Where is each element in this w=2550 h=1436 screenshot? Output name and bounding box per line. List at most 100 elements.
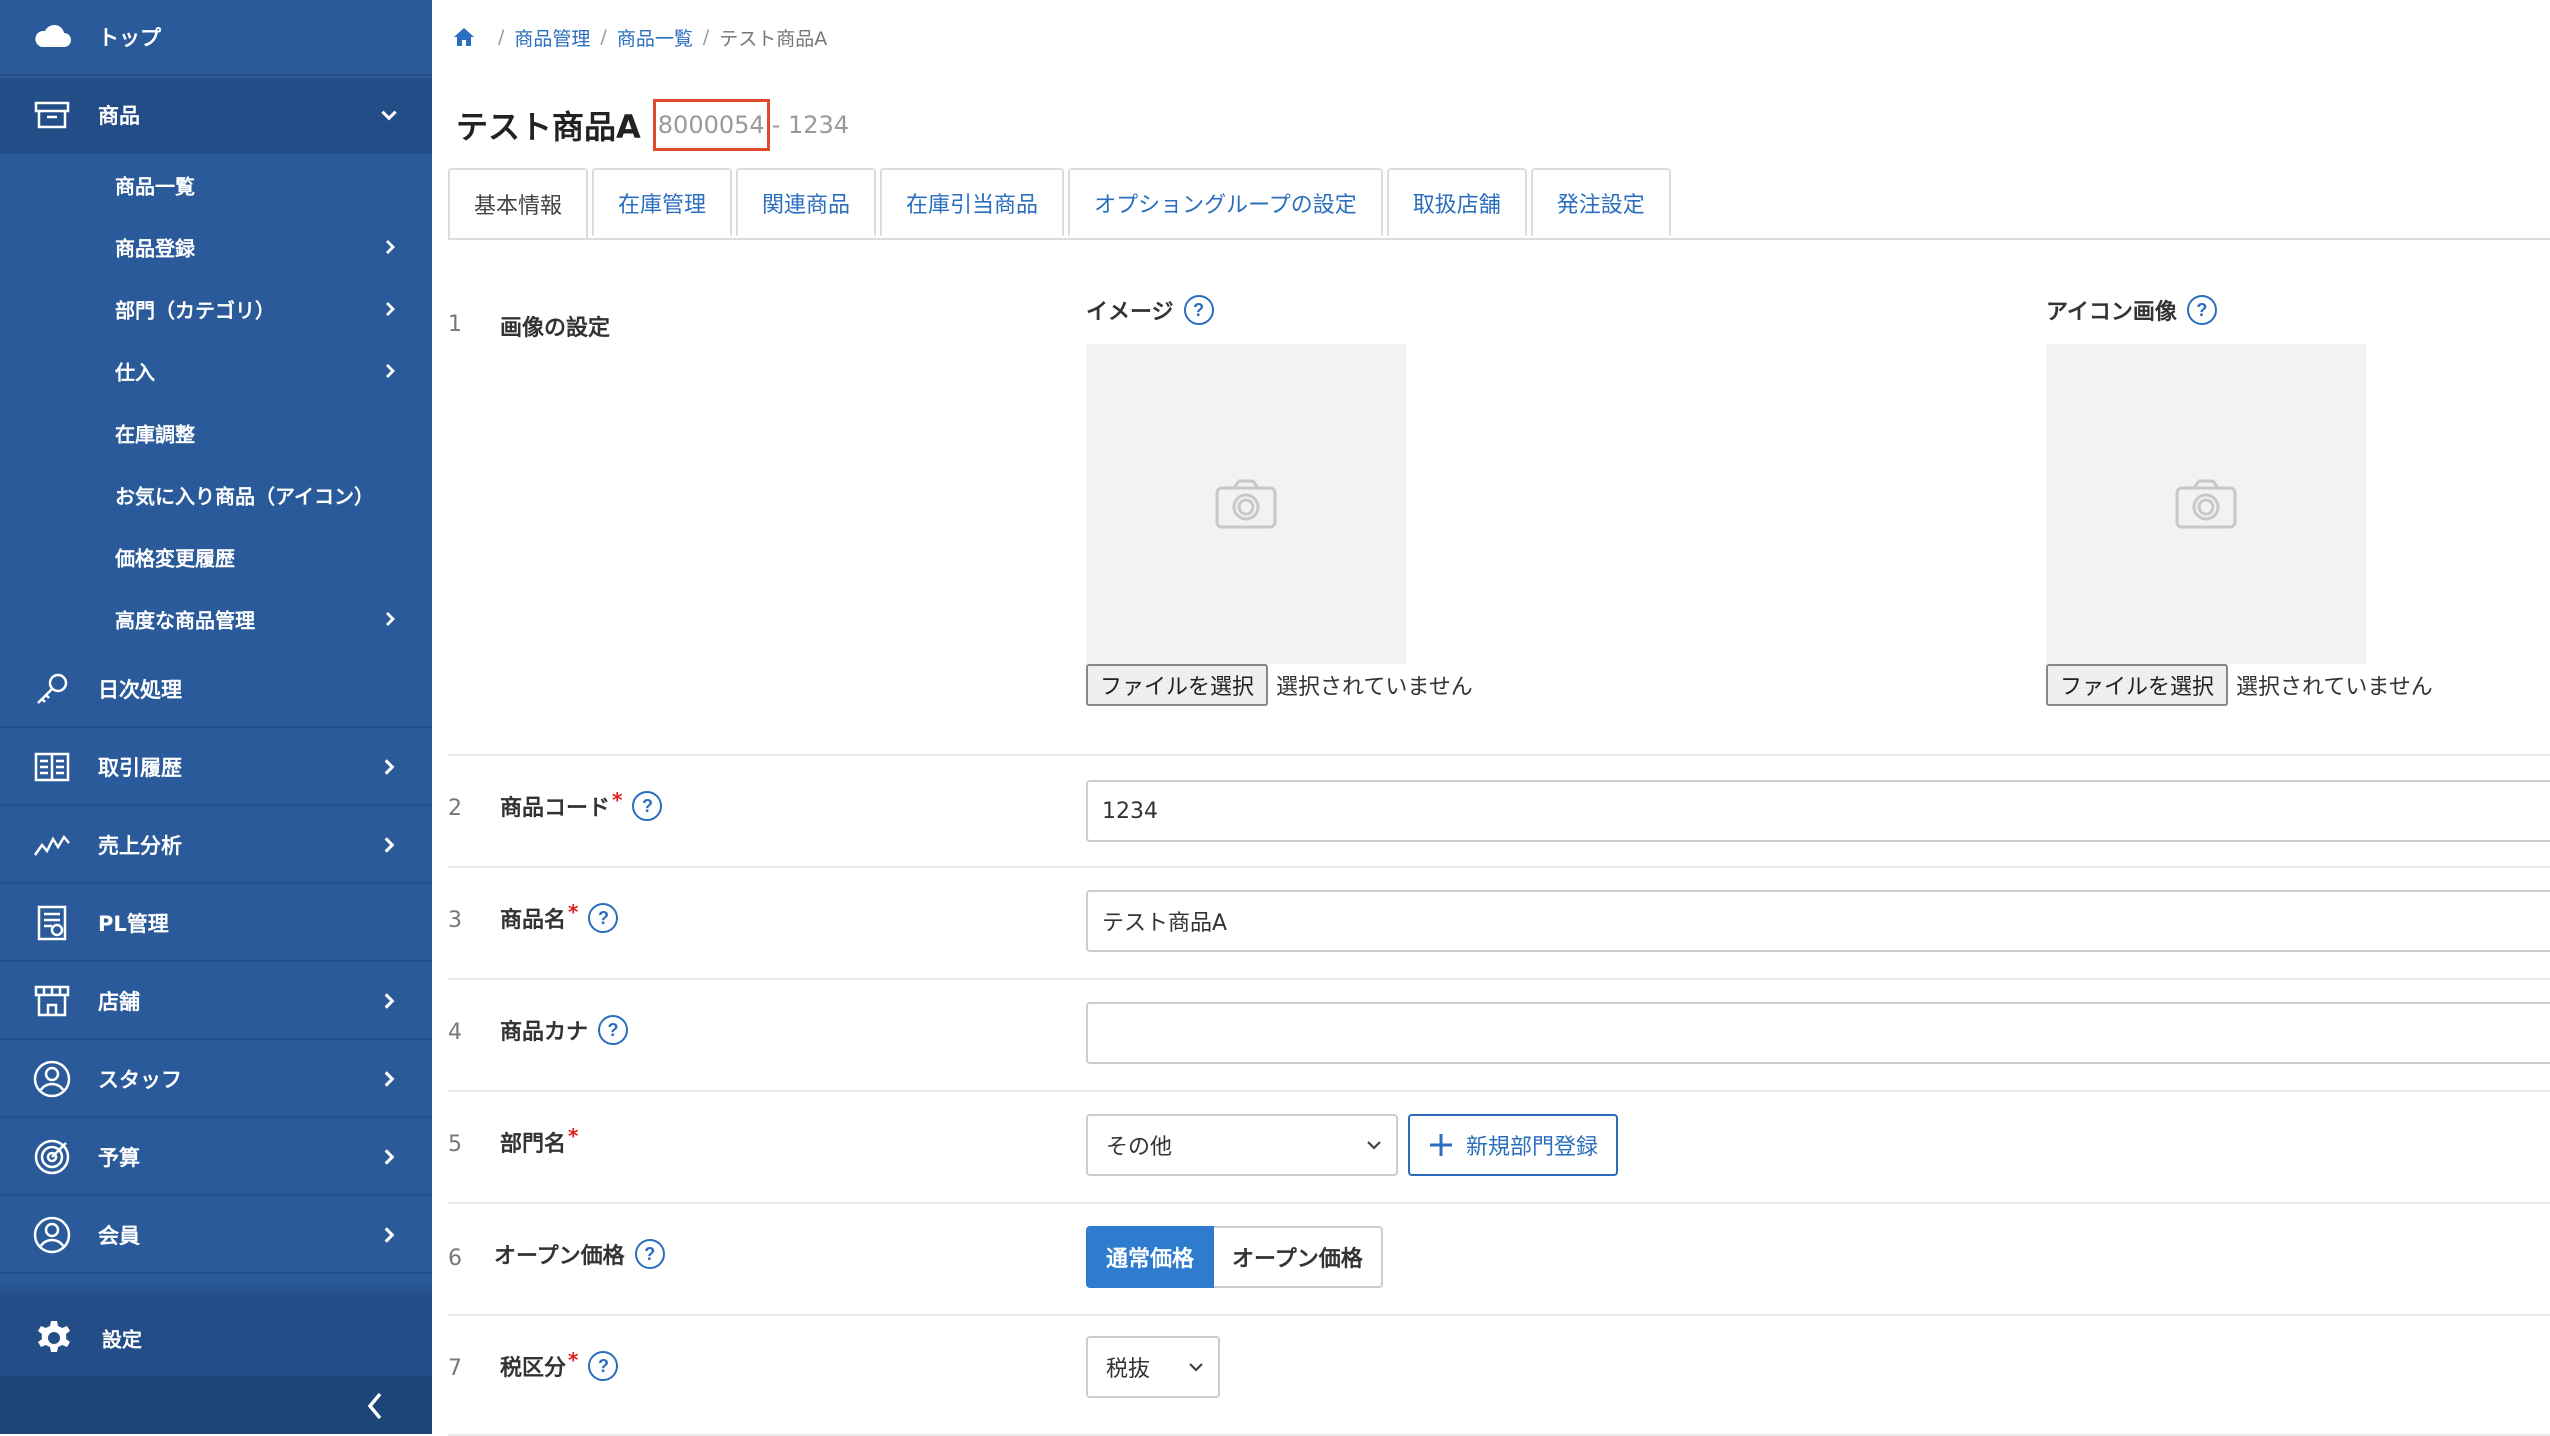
submenu-item-label: 価格変更履歴 [115, 546, 235, 571]
product-code-input[interactable] [1086, 780, 2550, 842]
image-title: イメージ ? [1086, 294, 1473, 326]
chevron-right-icon [386, 240, 395, 254]
chevron-left-icon [367, 1392, 382, 1420]
required-mark: * [568, 1348, 579, 1372]
target-icon [30, 1135, 74, 1179]
product-kana-input[interactable] [1086, 1002, 2550, 1064]
chevron-right-icon [384, 1149, 395, 1165]
sidebar-item-sales-analysis[interactable]: 売上分析 [0, 808, 432, 884]
help-icon[interactable]: ? [588, 903, 619, 933]
sidebar-item-label: 商品 [98, 104, 140, 128]
sidebar-item-pl[interactable]: PL管理 [0, 886, 432, 962]
sidebar-item-store[interactable]: 店舗 [0, 964, 432, 1040]
required-mark: * [568, 1124, 579, 1148]
row-number: 4 [448, 1020, 462, 1045]
sidebar-item-settings[interactable]: 設定 [0, 1300, 432, 1376]
gear-icon [38, 1321, 70, 1352]
field-label: 画像の設定 [500, 316, 611, 341]
breadcrumb-separator: / [702, 26, 710, 48]
icon-image-file-select-button[interactable]: ファイルを選択 [2046, 664, 2229, 706]
tab-stores[interactable]: 取扱店舗 [1386, 168, 1527, 236]
sidebar-item-transactions[interactable]: 取引履歴 [0, 730, 432, 806]
submenu-item-label: 商品登録 [115, 236, 195, 261]
submenu-item-price-history[interactable]: 価格変更履歴 [0, 526, 432, 588]
submenu-item-product-list[interactable]: 商品一覧 [0, 154, 432, 216]
submenu-item-label: 部門（カテゴリ） [115, 298, 275, 323]
help-icon[interactable]: ? [634, 1239, 665, 1269]
help-icon[interactable]: ? [598, 1015, 629, 1045]
field-label: オープン価格 ? [494, 1238, 665, 1270]
sidebar-item-label: 取引履歴 [98, 756, 182, 780]
product-name-input[interactable] [1086, 890, 2550, 952]
submenu-item-product-register[interactable]: 商品登録 [0, 216, 432, 278]
tab-related[interactable]: 関連商品 [736, 168, 877, 236]
tab-stock-allocation[interactable]: 在庫引当商品 [880, 168, 1065, 236]
submenu-item-stock-adjust[interactable]: 在庫調整 [0, 402, 432, 464]
sidebar-item-top[interactable]: トップ [0, 0, 432, 76]
form-row-tax: 7 税区分 * ? 税抜 [448, 1316, 2550, 1436]
sidebar: トップ 商品 商品一覧 商品登録 部門（カテゴリ） 仕入 在庫調整 お気に入り商… [0, 0, 432, 1434]
image-file-select-button[interactable]: ファイルを選択 [1086, 664, 1269, 706]
chevron-right-icon [386, 612, 395, 626]
breadcrumb-separator: / [498, 26, 505, 48]
help-icon[interactable]: ? [588, 1351, 619, 1381]
sidebar-item-product[interactable]: 商品 [0, 78, 432, 154]
form-row-open-price: 6 オープン価格 ? 通常価格 オープン価格 [448, 1204, 2550, 1316]
field-label-text: 商品カナ [500, 1020, 589, 1045]
breadcrumb-link-product-list[interactable]: 商品一覧 [617, 24, 693, 51]
form-row-product-name: 3 商品名 * ? [448, 868, 2550, 980]
tab-option-groups[interactable]: オプショングループの設定 [1068, 168, 1383, 236]
camera-icon [2175, 479, 2237, 529]
sidebar-collapse-button[interactable] [0, 1376, 432, 1434]
add-department-label: 新規部門登録 [1466, 1135, 1599, 1160]
sidebar-item-label: PL管理 [98, 912, 169, 936]
toggle-normal-price[interactable]: 通常価格 [1086, 1226, 1215, 1288]
row-number: 2 [448, 796, 462, 821]
add-department-button[interactable]: 新規部門登録 [1408, 1114, 1619, 1176]
staff-icon [30, 1057, 74, 1101]
chevron-right-icon [386, 364, 395, 378]
form-row-product-code: 2 商品コード * ? [448, 756, 2550, 868]
chevron-right-icon [386, 302, 395, 316]
submenu-item-category[interactable]: 部門（カテゴリ） [0, 278, 432, 340]
image-preview [1086, 344, 1406, 664]
row-number: 3 [448, 908, 462, 933]
help-icon[interactable]: ? [632, 791, 663, 821]
field-label-text: 商品名 [500, 908, 567, 933]
submenu-item-advanced[interactable]: 高度な商品管理 [0, 588, 432, 650]
tab-ordering[interactable]: 発注設定 [1530, 168, 1671, 236]
home-icon[interactable] [452, 25, 476, 49]
sidebar-item-staff[interactable]: スタッフ [0, 1042, 432, 1118]
help-icon[interactable]: ? [1183, 295, 1214, 325]
department-select[interactable]: その他 [1086, 1114, 1398, 1176]
submenu-item-purchase[interactable]: 仕入 [0, 340, 432, 402]
help-icon[interactable]: ? [2186, 295, 2217, 325]
row-number: 1 [448, 312, 462, 337]
box-icon [30, 93, 74, 137]
icon-image-title-text: アイコン画像 [2046, 300, 2177, 325]
breadcrumb-link-product-management[interactable]: 商品管理 [514, 24, 590, 51]
sidebar-item-label: 店舗 [98, 990, 140, 1014]
main-content: / 商品管理 / 商品一覧 / テスト商品A テスト商品A 8000054 - … [432, 0, 2550, 1436]
field-label-text: 部門名 [500, 1132, 567, 1157]
tax-select[interactable]: 税抜 [1086, 1336, 1220, 1398]
tab-stock[interactable]: 在庫管理 [592, 168, 733, 236]
submenu-item-favorites[interactable]: お気に入り商品（アイコン） [0, 464, 432, 526]
sidebar-item-daily[interactable]: 日次処理 [0, 652, 432, 728]
field-label-text: オープン価格 [494, 1244, 625, 1269]
sidebar-item-label: 予算 [98, 1146, 140, 1170]
member-icon [30, 1213, 74, 1257]
submenu-item-label: 商品一覧 [115, 174, 195, 199]
field-label-text: 税区分 [500, 1356, 567, 1381]
sidebar-item-label: スタッフ [98, 1068, 182, 1092]
chart-line-icon [30, 823, 74, 867]
sidebar-scroll-fade [0, 1284, 432, 1300]
toggle-open-price[interactable]: オープン価格 [1214, 1226, 1383, 1288]
sidebar-item-budget[interactable]: 予算 [0, 1120, 432, 1196]
image-upload-block: イメージ ? ファイルを選択 選択されていません [1086, 294, 1473, 706]
field-label: 商品名 * ? [500, 900, 619, 934]
sidebar-item-member[interactable]: 会員 [0, 1198, 432, 1274]
tab-basic-info[interactable]: 基本情報 [448, 168, 589, 238]
store-icon [30, 979, 74, 1023]
product-submenu: 商品一覧 商品登録 部門（カテゴリ） 仕入 在庫調整 お気に入り商品（アイコン）… [0, 154, 432, 652]
